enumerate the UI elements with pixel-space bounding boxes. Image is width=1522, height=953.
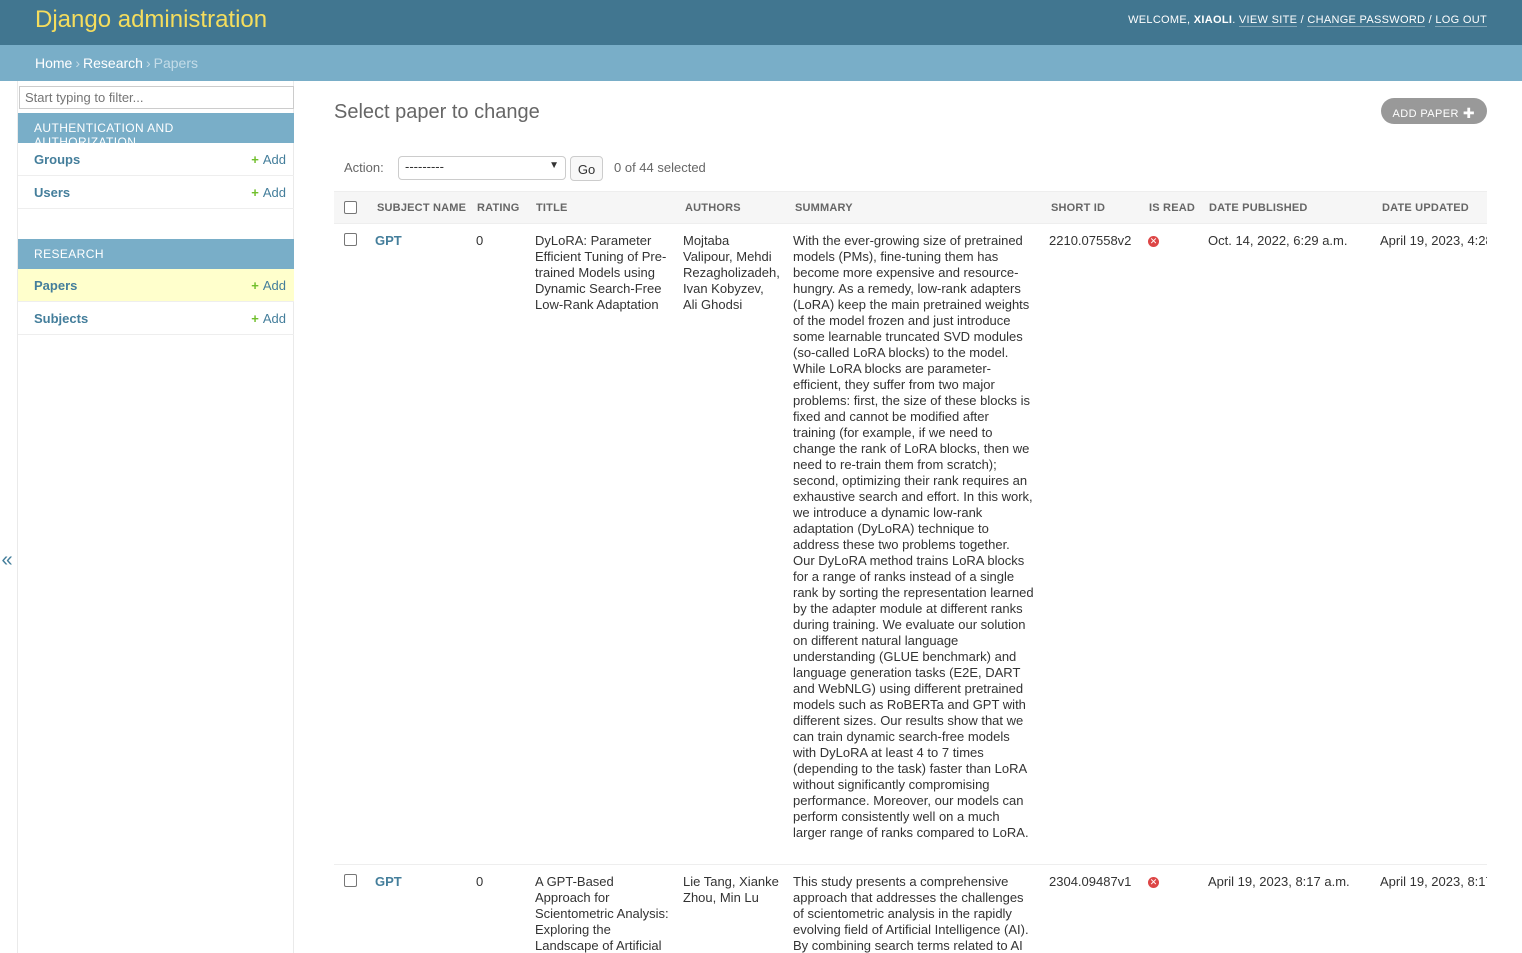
breadcrumb: Home › Research › Papers [0, 45, 1522, 81]
column-header-subject-name[interactable]: SUBJECT NAME [377, 202, 466, 214]
table-row: GPT 0 DyLoRA: Parameter Efficient Tuning… [334, 224, 1487, 865]
chevron-down-icon: ▼ [549, 160, 559, 171]
title-cell: A GPT-Based Approach for Scientometric A… [535, 874, 669, 953]
table-header: SUBJECT NAME RATING TITLE AUTHORS SUMMAR… [334, 191, 1487, 224]
add-groups-link[interactable]: + Add [251, 152, 286, 167]
sidebar-item-label[interactable]: Users [34, 185, 70, 200]
column-header-short-id[interactable]: SHORT ID [1051, 202, 1105, 214]
sidebar-item-label[interactable]: Papers [34, 278, 77, 293]
short-id-cell: 2210.07558v2 [1049, 233, 1132, 248]
username: XIAOLI [1193, 14, 1233, 26]
result-list-table: SUBJECT NAME RATING TITLE AUTHORS SUMMAR… [334, 191, 1487, 953]
add-paper-button[interactable]: ADD PAPER ✚ [1380, 98, 1487, 124]
column-header-date-published[interactable]: DATE PUBLISHED [1209, 202, 1308, 214]
column-header-rating[interactable]: RATING [477, 202, 520, 214]
false-icon: ✕ [1148, 236, 1159, 247]
date-published-cell: Oct. 14, 2022, 6:29 a.m. [1208, 233, 1348, 248]
breadcrumb-home[interactable]: Home [35, 55, 72, 71]
summary-cell: With the ever-growing size of pretrained… [793, 233, 1034, 840]
add-papers-link[interactable]: + Add [251, 278, 286, 293]
summary-cell: This study presents a comprehensive appr… [793, 874, 1029, 953]
column-header-is-read[interactable]: IS READ [1149, 202, 1195, 214]
subject-name-link[interactable]: GPT [375, 233, 402, 249]
breadcrumb-research[interactable]: Research [83, 55, 143, 71]
column-header-date-updated[interactable]: DATE UPDATED [1382, 202, 1469, 214]
add-users-link[interactable]: + Add [251, 185, 286, 200]
false-icon: ✕ [1148, 877, 1159, 888]
rating-cell: 0 [476, 874, 484, 889]
table-row: GPT 0 A GPT-Based Approach for Scientome… [334, 865, 1487, 953]
site-branding[interactable]: Django administration [35, 6, 267, 34]
authors-cell: Lie Tang, Xianke Zhou, Min Lu [683, 874, 779, 905]
select-all-checkbox[interactable] [344, 201, 357, 214]
column-header-title[interactable]: TITLE [536, 202, 568, 214]
change-password-link[interactable]: CHANGE PASSWORD [1307, 14, 1426, 27]
sidebar-item-papers: Papers + Add [18, 269, 294, 302]
sidebar-item-label[interactable]: Subjects [34, 311, 88, 326]
action-counter: 0 of 44 selected [614, 160, 706, 175]
page-title: Select paper to change [334, 101, 540, 123]
nav-sidebar: AUTHENTICATION AND AUTHORIZATION Groups … [17, 81, 294, 953]
column-header-authors[interactable]: AUTHORS [685, 202, 741, 214]
short-id-cell: 2304.09487v1 [1049, 874, 1132, 889]
sidebar-item-groups: Groups + Add [18, 143, 294, 176]
subject-name-link[interactable]: GPT [375, 874, 402, 890]
date-published-cell: April 19, 2023, 8:17 a.m. [1208, 874, 1350, 889]
plus-icon: + [251, 185, 259, 200]
row-select-checkbox[interactable] [344, 233, 357, 246]
title-cell: DyLoRA: Parameter Efficient Tuning of Pr… [535, 233, 667, 312]
view-site-link[interactable]: VIEW SITE [1238, 14, 1298, 27]
action-select[interactable]: --------- ▼ [398, 156, 566, 180]
date-updated-cell: April 19, 2023, 4:28 [1380, 233, 1487, 248]
plus-icon: ✚ [1462, 105, 1475, 121]
date-updated-cell: April 19, 2023, 8:17 [1380, 874, 1487, 889]
user-tools: WELCOME, XIAOLI. VIEW SITE / CHANGE PASS… [1128, 14, 1487, 27]
rating-cell: 0 [476, 233, 484, 248]
column-header-summary[interactable]: SUMMARY [795, 202, 853, 214]
add-subjects-link[interactable]: + Add [251, 311, 286, 326]
plus-icon: + [251, 311, 259, 326]
breadcrumb-current: Papers [153, 55, 198, 71]
toggle-nav-sidebar-button[interactable]: « [0, 548, 14, 572]
action-label: Action: [344, 160, 384, 175]
row-select-checkbox[interactable] [344, 874, 357, 887]
header: Django administration WELCOME, XIAOLI. V… [0, 0, 1522, 45]
module-caption-research[interactable]: RESEARCH [18, 239, 294, 269]
sidebar-item-subjects: Subjects + Add [18, 302, 294, 335]
sidebar-item-users: Users + Add [18, 176, 294, 209]
welcome-text: WELCOME, [1128, 14, 1191, 26]
plus-icon: + [251, 278, 259, 293]
module-caption-auth[interactable]: AUTHENTICATION AND AUTHORIZATION [18, 113, 294, 149]
log-out-link[interactable]: LOG OUT [1435, 14, 1487, 27]
go-button[interactable]: Go [570, 156, 603, 181]
nav-filter-input[interactable] [19, 86, 294, 109]
authors-cell: Mojtaba Valipour, Mehdi Rezagholizadeh, … [683, 233, 780, 312]
plus-icon: + [251, 152, 259, 167]
sidebar-item-label[interactable]: Groups [34, 152, 80, 167]
